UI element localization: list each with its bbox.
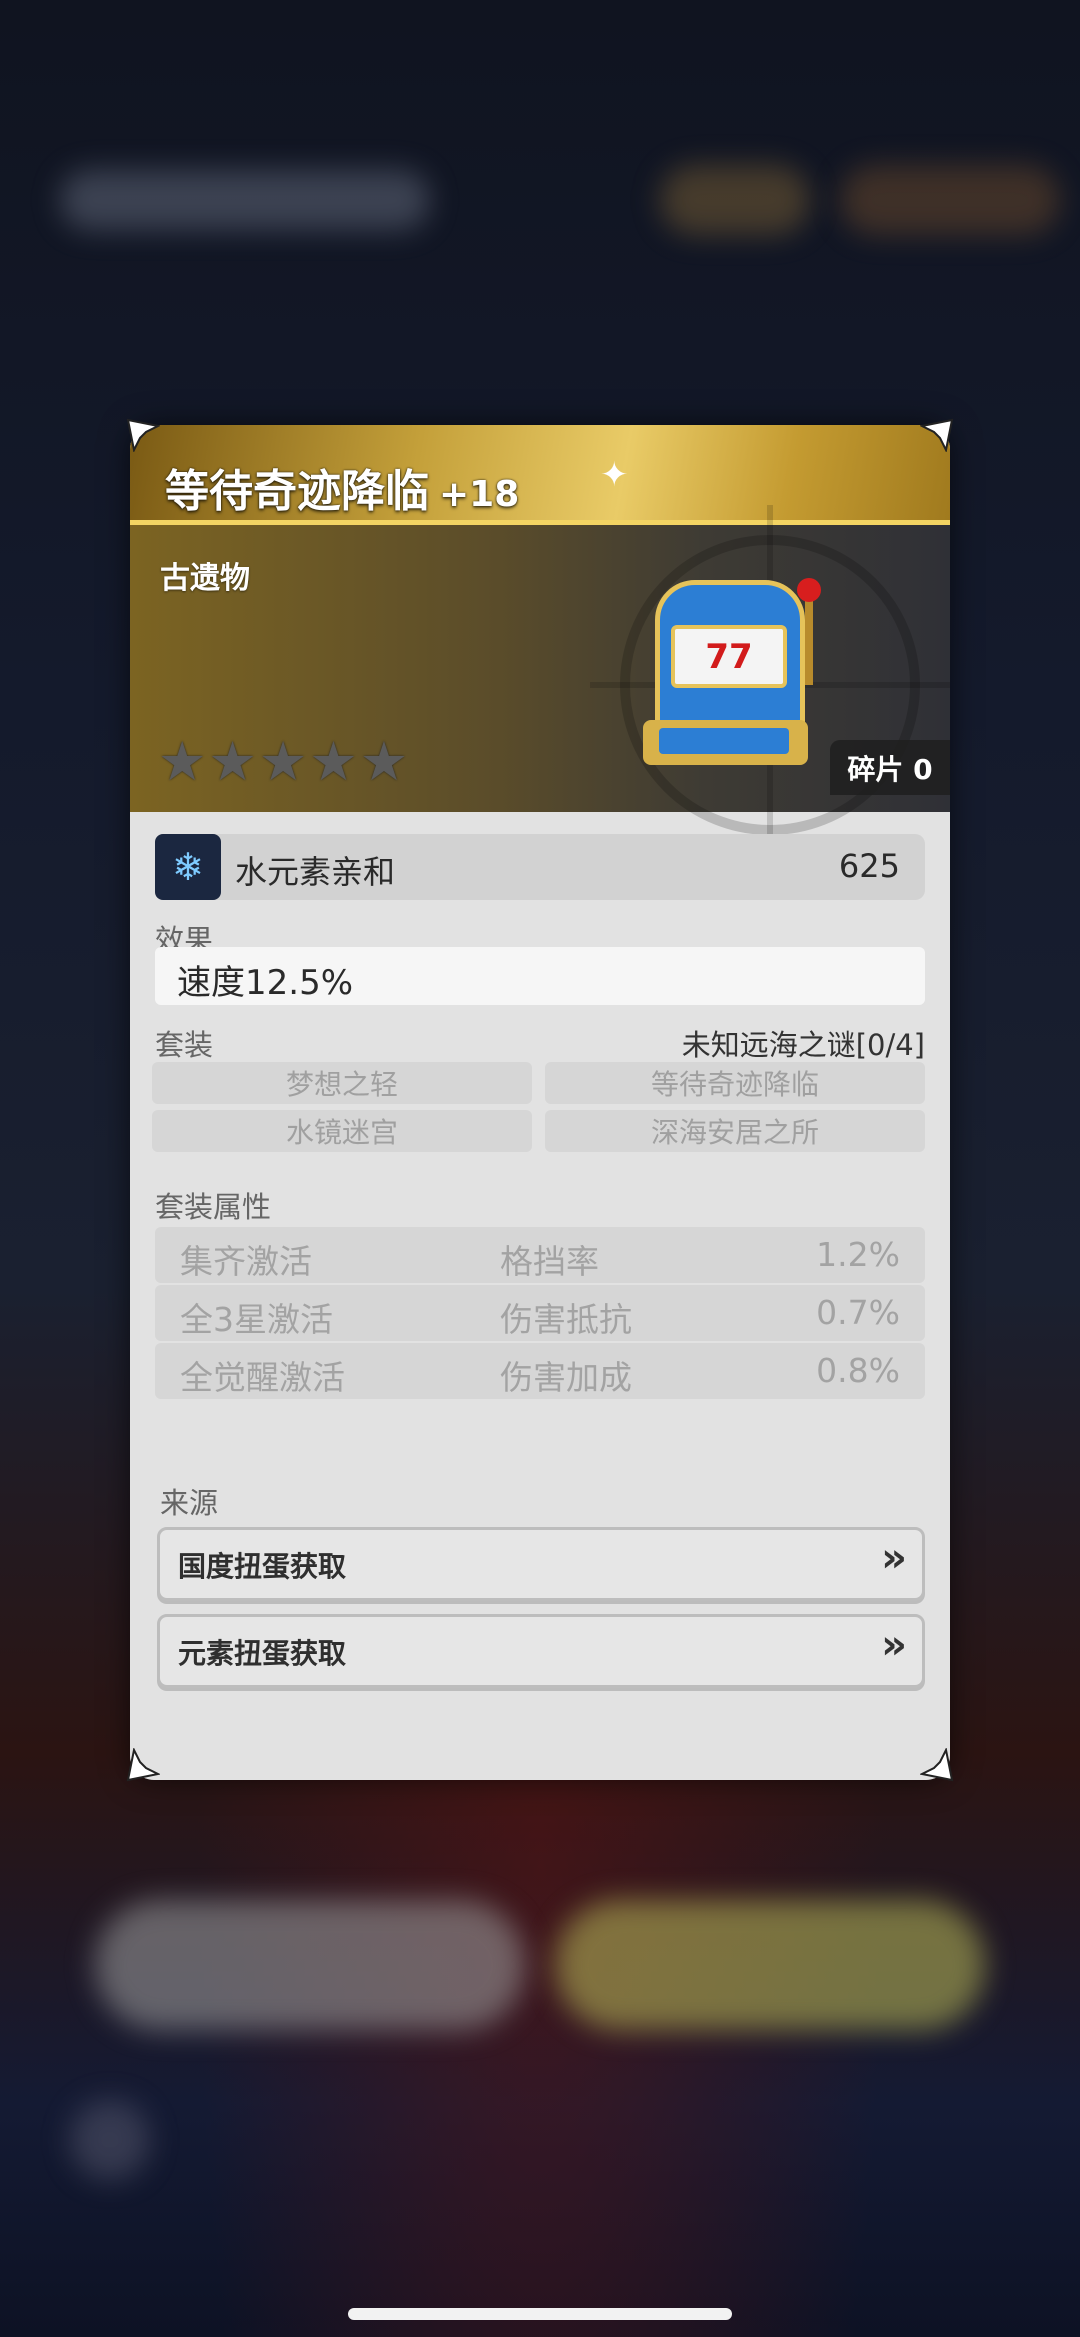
source-gacha-realm-button[interactable]: 国度扭蛋获取 » xyxy=(157,1527,925,1601)
star-icon: ★ xyxy=(359,730,409,793)
corner-ornament-icon xyxy=(918,418,954,454)
double-chevron-right-icon: » xyxy=(881,1535,907,1581)
card-header: 等待奇迹降临 +18 ✦ xyxy=(130,425,950,525)
source-gacha-element-button[interactable]: 元素扭蛋获取 » xyxy=(157,1614,925,1688)
star-icon: ★ xyxy=(309,730,358,793)
set-bonus-heading: 套装属性 xyxy=(155,1190,272,1224)
star-icon: ★ xyxy=(258,730,308,793)
effect-box: 速度12.5% xyxy=(155,947,925,1005)
star-icon: ★ xyxy=(158,730,207,793)
sparkle-icon: ✦ xyxy=(600,455,629,495)
slot-window: 77 xyxy=(671,625,787,688)
star-icon: ★ xyxy=(208,730,257,793)
item-banner: 古遗物 77 ★ ★ ★ ★ ★ 碎片 0 xyxy=(130,505,950,865)
source-label: 元素扭蛋获取 xyxy=(178,1637,347,1670)
star-rating: ★ ★ ★ ★ ★ xyxy=(158,735,408,789)
source-label: 国度扭蛋获取 xyxy=(178,1550,347,1583)
set-piece[interactable]: 梦想之轻 xyxy=(152,1062,532,1104)
bonus-stat: 伤害抵抗 xyxy=(500,1300,632,1339)
affinity-label: 水元素亲和 xyxy=(235,853,396,891)
item-detail-card: 等待奇迹降临 +18 ✦ 古遗物 77 ★ ★ ★ ★ ★ 碎片 0 ❄ 水元素亲… xyxy=(130,425,950,1780)
slot-digits: 77 xyxy=(705,636,753,677)
item-level: +18 xyxy=(439,474,520,515)
corner-ornament-icon xyxy=(126,418,162,454)
set-piece[interactable]: 水镜迷宫 xyxy=(152,1110,532,1152)
item-title: 等待奇迹降临 +18 xyxy=(165,455,519,519)
set-bonus-row: 全觉醒激活 伤害加成 0.8% xyxy=(155,1343,925,1399)
background-button-blurred xyxy=(555,1900,985,2030)
set-heading: 套装 xyxy=(155,1028,214,1062)
bonus-condition: 集齐激活 xyxy=(180,1242,312,1281)
set-bonus-row: 全3星激活 伤害抵抗 0.7% xyxy=(155,1285,925,1341)
bonus-value: 1.2% xyxy=(816,1235,900,1274)
background-avatar-blurred xyxy=(70,2100,150,2180)
source-heading: 来源 xyxy=(160,1486,219,1520)
background-currency-blurred xyxy=(660,165,810,235)
slot-base-panel xyxy=(659,728,789,754)
item-name: 等待奇迹降临 xyxy=(165,466,429,517)
bonus-condition: 全觉醒激活 xyxy=(180,1358,345,1397)
background-currency-blurred xyxy=(840,165,1060,235)
item-category: 古遗物 xyxy=(160,561,250,596)
water-element-icon: ❄ xyxy=(155,834,221,900)
bonus-condition: 全3星激活 xyxy=(180,1300,333,1339)
bonus-stat: 伤害加成 xyxy=(500,1358,632,1397)
home-indicator[interactable] xyxy=(348,2308,732,2320)
set-piece[interactable]: 等待奇迹降临 xyxy=(545,1062,925,1104)
corner-ornament-icon xyxy=(918,1746,954,1782)
effect-text: 速度12.5% xyxy=(177,963,354,1003)
background-title-blurred xyxy=(60,170,430,230)
set-name: 未知远海之谜[0/4] xyxy=(681,1028,925,1062)
background-button-blurred xyxy=(95,1900,525,2030)
bonus-stat: 格挡率 xyxy=(500,1242,599,1281)
set-bonus-row: 集齐激活 格挡率 1.2% xyxy=(155,1227,925,1283)
corner-ornament-icon xyxy=(126,1746,162,1782)
double-chevron-right-icon: » xyxy=(881,1622,907,1668)
set-piece[interactable]: 深海安居之所 xyxy=(545,1110,925,1152)
slot-knob xyxy=(797,578,821,602)
slot-lever xyxy=(805,595,813,685)
affinity-value: 625 xyxy=(838,847,900,885)
element-affinity-row: ❄ 水元素亲和 625 xyxy=(155,834,925,900)
bonus-value: 0.7% xyxy=(816,1293,900,1332)
slot-machine-icon: 77 xyxy=(635,570,825,770)
shard-count: 碎片 0 xyxy=(830,740,950,795)
bonus-value: 0.8% xyxy=(816,1351,900,1390)
